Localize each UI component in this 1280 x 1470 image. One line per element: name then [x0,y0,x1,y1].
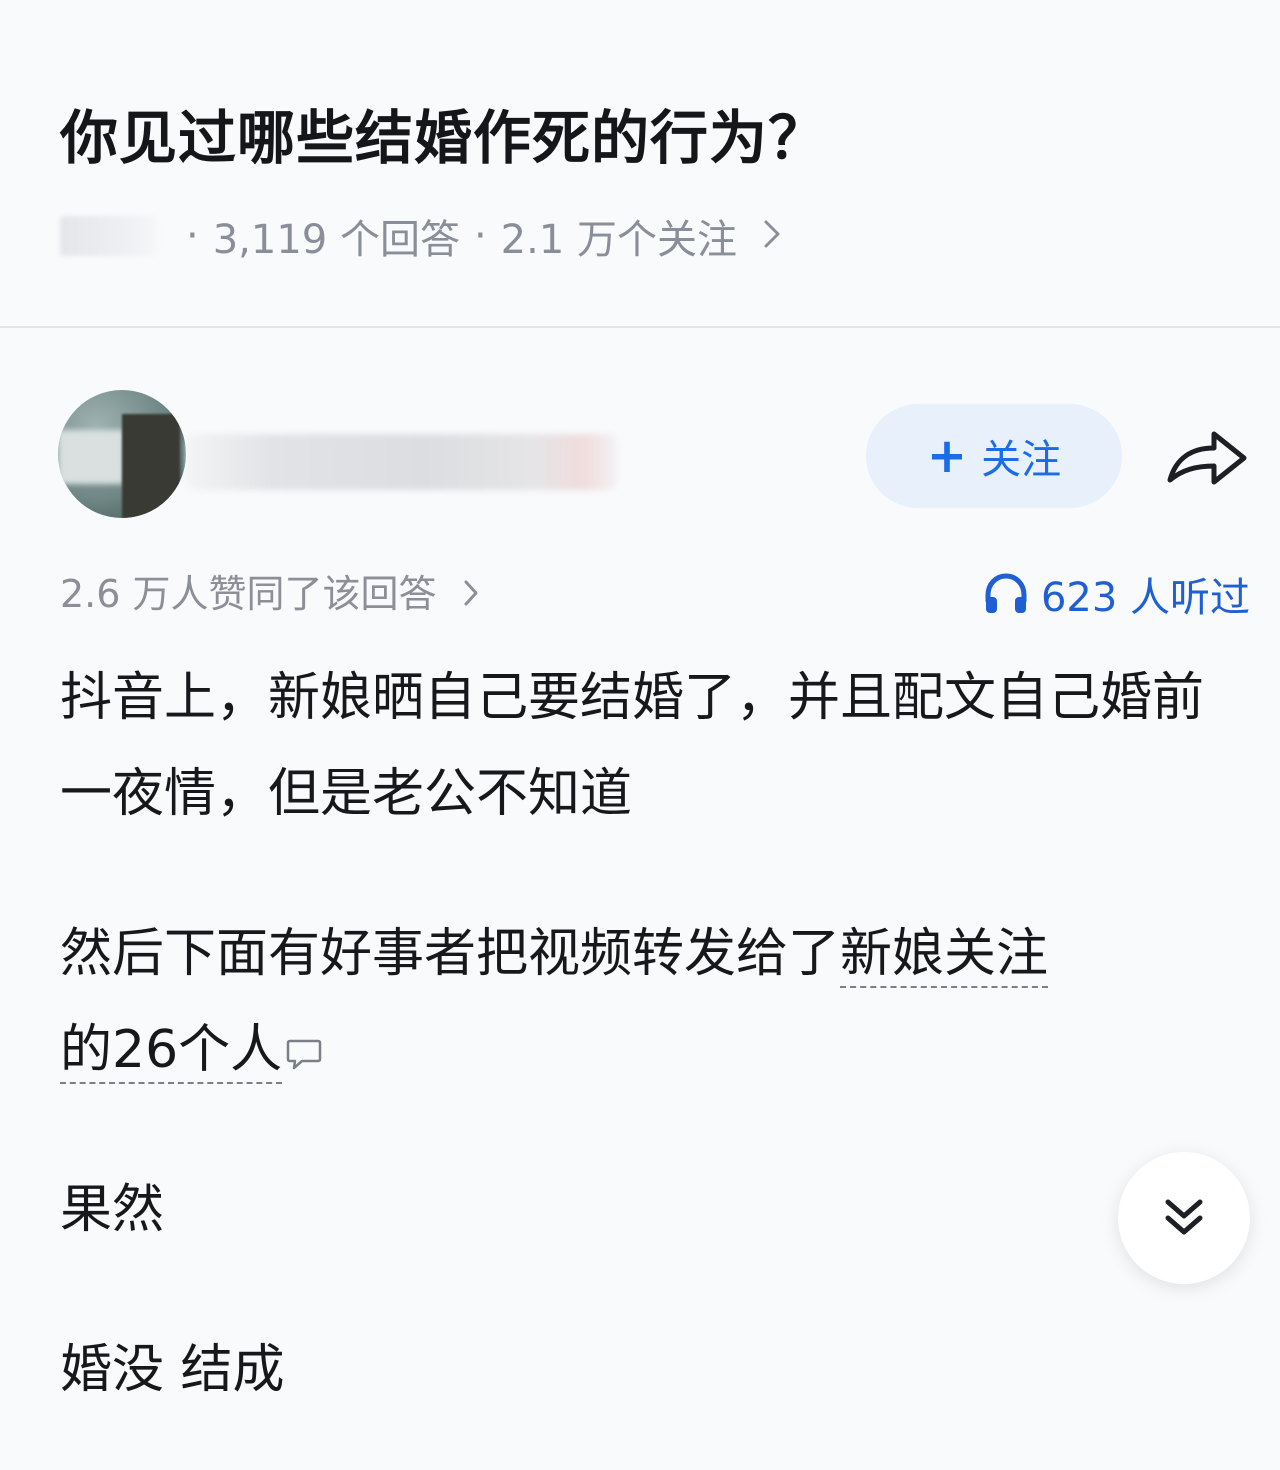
divider [0,326,1280,328]
blurred-topic-tag [60,216,158,256]
question-meta[interactable]: · 3,119 个回答 · 2.1 万个关注 [60,208,781,264]
meta-separator: · [186,213,199,259]
follower-count: 2.1 万个关注 [500,217,737,263]
listen-count[interactable]: 623 人听过 [983,564,1250,624]
upvote-count-text: 2.6 万人赞同了该回答 [60,572,437,616]
search-keyword-link[interactable]: 新娘关注 [840,924,1049,988]
double-chevron-down-icon [1165,1199,1203,1235]
answer-text: 然后下面有好事者把视频转发给了 [60,924,841,984]
avatar[interactable] [58,390,186,518]
expand-button[interactable] [1118,1152,1250,1284]
follow-button[interactable]: + 关注 [866,404,1122,508]
avatar-mosaic [122,414,180,518]
question-title: 你见过哪些结婚作死的行为？ [60,104,828,172]
answer-paragraph: 婚没 结成 [60,1340,285,1400]
chevron-right-icon [463,572,479,616]
chevron-right-icon[interactable] [763,213,781,259]
meta-separator: · [473,213,487,259]
answer-paragraph: 抖音上，新娘晒自己要结婚了，并且配文自己婚前一夜情，但是老公不知道 [60,668,1205,824]
search-keyword-link[interactable]: 的26个人 [60,1020,283,1084]
plus-icon: + [926,428,968,484]
question-header: 你见过哪些结婚作死的行为？ · 3,119 个回答 · 2.1 万个关注 [0,0,1280,328]
upvote-summary[interactable]: 2.6 万人赞同了该回答 [60,564,479,624]
answer-paragraph: 果然 [60,1180,165,1240]
comment-bubble-icon[interactable] [286,1006,322,1070]
headphone-icon [985,573,1027,613]
share-arrow-icon[interactable] [1162,420,1252,500]
follow-label: 关注 [981,437,1062,483]
blurred-author-name[interactable] [186,434,618,490]
answer-count: 3,119 个回答 [212,217,460,263]
listen-count-text: 623 人听过 [1040,575,1250,621]
stats-row: 2.6 万人赞同了该回答 623 人听过 [0,564,1280,624]
answer-paragraph: 然后下面有好事者把视频转发给了新娘关注的26个人 [60,906,1240,1098]
author-row: + 关注 [0,380,1280,540]
avatar-blur [58,430,124,484]
